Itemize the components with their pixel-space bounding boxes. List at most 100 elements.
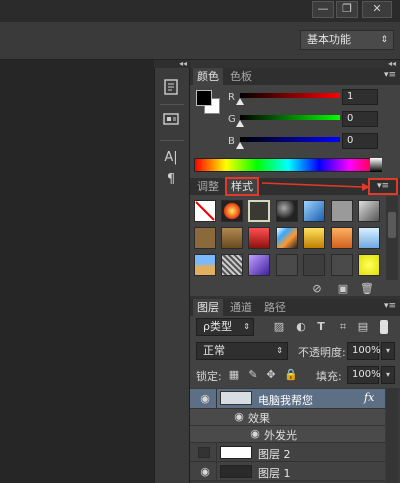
style-swatch-7[interactable] xyxy=(358,200,380,222)
eye-icon[interactable]: ◉ xyxy=(196,465,214,478)
channel-b-thumb[interactable] xyxy=(236,142,244,149)
style-swatch-17[interactable] xyxy=(248,254,270,276)
filter-adjustment-icon[interactable]: ◐ xyxy=(294,320,308,334)
filter-pixel-icon[interactable]: ▨ xyxy=(272,320,286,334)
clear-style-icon[interactable]: ⊘ xyxy=(310,282,324,296)
style-swatch-4[interactable] xyxy=(276,200,298,222)
panel-menu-icon[interactable]: ▾≡ xyxy=(384,70,396,80)
layer-name[interactable]: 图层 1 xyxy=(258,465,291,481)
filter-type-icon[interactable]: T xyxy=(314,320,328,334)
style-swatch-13[interactable] xyxy=(331,227,353,249)
restore-button[interactable]: ❐ xyxy=(336,1,358,18)
color-spectrum-bar[interactable] xyxy=(194,158,382,172)
opacity-input[interactable]: 100% xyxy=(347,342,381,360)
layer-filter-kind-select[interactable]: ρ类型 ⇕ xyxy=(196,318,254,336)
new-style-icon[interactable]: ▣ xyxy=(336,282,350,296)
layers-panel-menu-icon[interactable]: ▾≡ xyxy=(384,301,396,311)
layer-row-layer2[interactable]: 图层 2 xyxy=(190,443,385,462)
style-swatch-8[interactable] xyxy=(194,227,216,249)
lock-image-icon[interactable]: ✎ xyxy=(247,368,259,382)
opacity-dropdown-button[interactable]: ▾ xyxy=(381,342,395,360)
style-swatch-21[interactable] xyxy=(358,254,380,276)
styles-scrollbar[interactable] xyxy=(386,196,398,280)
style-swatch-2[interactable] xyxy=(221,200,243,222)
eye-icon[interactable]: ◉ xyxy=(196,392,214,405)
layer-row-text[interactable]: ◉ 电脑我帮您 fx xyxy=(190,389,385,409)
fill-input[interactable]: 100% xyxy=(347,366,381,384)
spectrum-bw-ramp[interactable] xyxy=(370,158,382,172)
channel-r-value[interactable]: 1 xyxy=(342,89,378,105)
visibility-toggle-off[interactable] xyxy=(198,447,210,458)
channel-g-thumb[interactable] xyxy=(236,120,244,127)
fill-dropdown-button[interactable]: ▾ xyxy=(381,366,395,384)
layer-row-outer-glow[interactable]: ◉ 外发光 xyxy=(190,426,385,443)
tab-paths[interactable]: 路径 xyxy=(260,299,290,316)
character-icon[interactable]: A| xyxy=(160,148,182,168)
channel-b-value[interactable]: 0 xyxy=(342,133,378,149)
filter-shape-icon[interactable]: ⌗ xyxy=(336,320,350,334)
style-swatch-9[interactable] xyxy=(221,227,243,249)
layer-thumbnail xyxy=(220,446,252,459)
blend-mode-select[interactable]: 正常 ⇕ xyxy=(196,342,288,360)
close-button[interactable]: ✕ xyxy=(362,1,392,18)
style-swatch-16[interactable] xyxy=(221,254,243,276)
panels-collapse-toggle[interactable]: ◂◂ xyxy=(190,60,400,68)
layer-row-effects[interactable]: ◉ 效果 xyxy=(190,409,385,426)
workspace-select[interactable]: 基本功能 ⇕ xyxy=(300,30,394,50)
tab-layers[interactable]: 图层 xyxy=(193,299,223,316)
channel-b-label: B xyxy=(228,136,235,147)
chevron-updown-icon: ⇕ xyxy=(380,35,388,45)
style-swatch-none[interactable] xyxy=(194,200,216,222)
style-swatch-12[interactable] xyxy=(303,227,325,249)
dock-collapse-toggle[interactable]: ◂◂ xyxy=(154,60,190,68)
paragraph-icon[interactable]: ¶ xyxy=(160,170,182,190)
style-swatch-14[interactable] xyxy=(358,227,380,249)
styles-scrollbar-thumb[interactable] xyxy=(388,212,396,238)
channel-r-label: R xyxy=(228,92,235,103)
style-swatch-selected[interactable] xyxy=(248,200,270,222)
lock-position-icon[interactable]: ✥ xyxy=(265,368,277,382)
lock-all-icon[interactable]: 🔒 xyxy=(284,368,298,382)
minimize-button[interactable]: — xyxy=(312,1,334,18)
filter-toggle[interactable] xyxy=(380,320,388,334)
style-swatch-6[interactable] xyxy=(331,200,353,222)
tab-styles[interactable]: 样式 xyxy=(225,177,259,196)
channel-r-slider[interactable] xyxy=(240,93,340,98)
delete-style-icon[interactable]: 🗑 xyxy=(360,282,374,296)
style-swatch-15[interactable] xyxy=(194,254,216,276)
channel-g-slider[interactable] xyxy=(240,115,340,120)
eye-icon[interactable]: ◉ xyxy=(246,427,264,440)
style-swatch-19[interactable] xyxy=(303,254,325,276)
effects-label: 效果 xyxy=(248,412,270,425)
channel-g-value[interactable]: 0 xyxy=(342,111,378,127)
layers-scrollbar[interactable] xyxy=(386,388,398,483)
style-swatch-5[interactable] xyxy=(303,200,325,222)
row-divider xyxy=(216,443,217,462)
channel-b-slider[interactable] xyxy=(240,137,340,142)
info-icon[interactable] xyxy=(160,110,182,130)
eye-icon[interactable]: ◉ xyxy=(230,410,248,423)
history-icon[interactable] xyxy=(160,78,182,98)
style-swatch-11[interactable] xyxy=(276,227,298,249)
tab-channels[interactable]: 通道 xyxy=(226,299,256,316)
blend-mode-label: 正常 xyxy=(203,344,225,357)
fx-icon[interactable]: fx xyxy=(364,391,374,404)
document-canvas-area[interactable] xyxy=(0,60,154,483)
layer-name[interactable]: 电脑我帮您 xyxy=(258,392,313,408)
tab-color[interactable]: 颜色 xyxy=(193,68,223,85)
style-swatch-20[interactable] xyxy=(331,254,353,276)
foreground-color-swatch[interactable] xyxy=(196,90,212,106)
lock-transparent-icon[interactable]: ▦ xyxy=(228,368,240,382)
tab-adjustments[interactable]: 调整 xyxy=(193,178,223,195)
channel-r-thumb[interactable] xyxy=(236,98,244,105)
chevron-updown-icon: ⇕ xyxy=(276,346,283,355)
layer-name[interactable]: 图层 2 xyxy=(258,446,291,462)
styles-panel-menu-button[interactable]: ▾≡ xyxy=(368,178,398,195)
layer-row-layer1[interactable]: ◉ 图层 1 xyxy=(190,462,385,481)
tab-swatches[interactable]: 色板 xyxy=(226,68,256,85)
annotation-arrow xyxy=(261,180,372,192)
filter-smartobject-icon[interactable]: ▤ xyxy=(356,320,370,334)
style-swatch-18[interactable] xyxy=(276,254,298,276)
row-divider xyxy=(216,389,217,409)
style-swatch-10[interactable] xyxy=(248,227,270,249)
